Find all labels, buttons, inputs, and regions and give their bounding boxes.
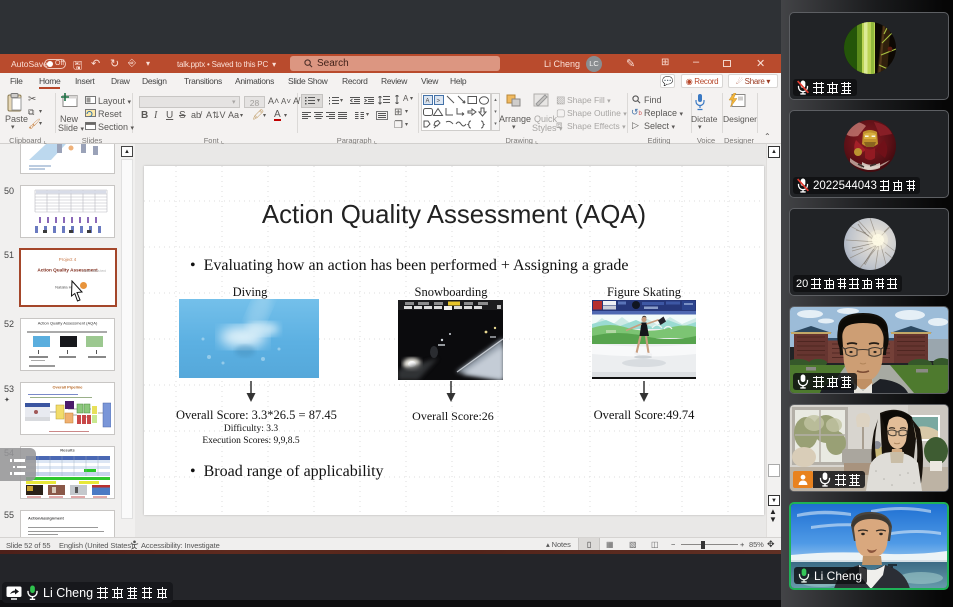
svg-text:>: >	[437, 99, 441, 105]
svg-text:A: A	[426, 99, 430, 105]
